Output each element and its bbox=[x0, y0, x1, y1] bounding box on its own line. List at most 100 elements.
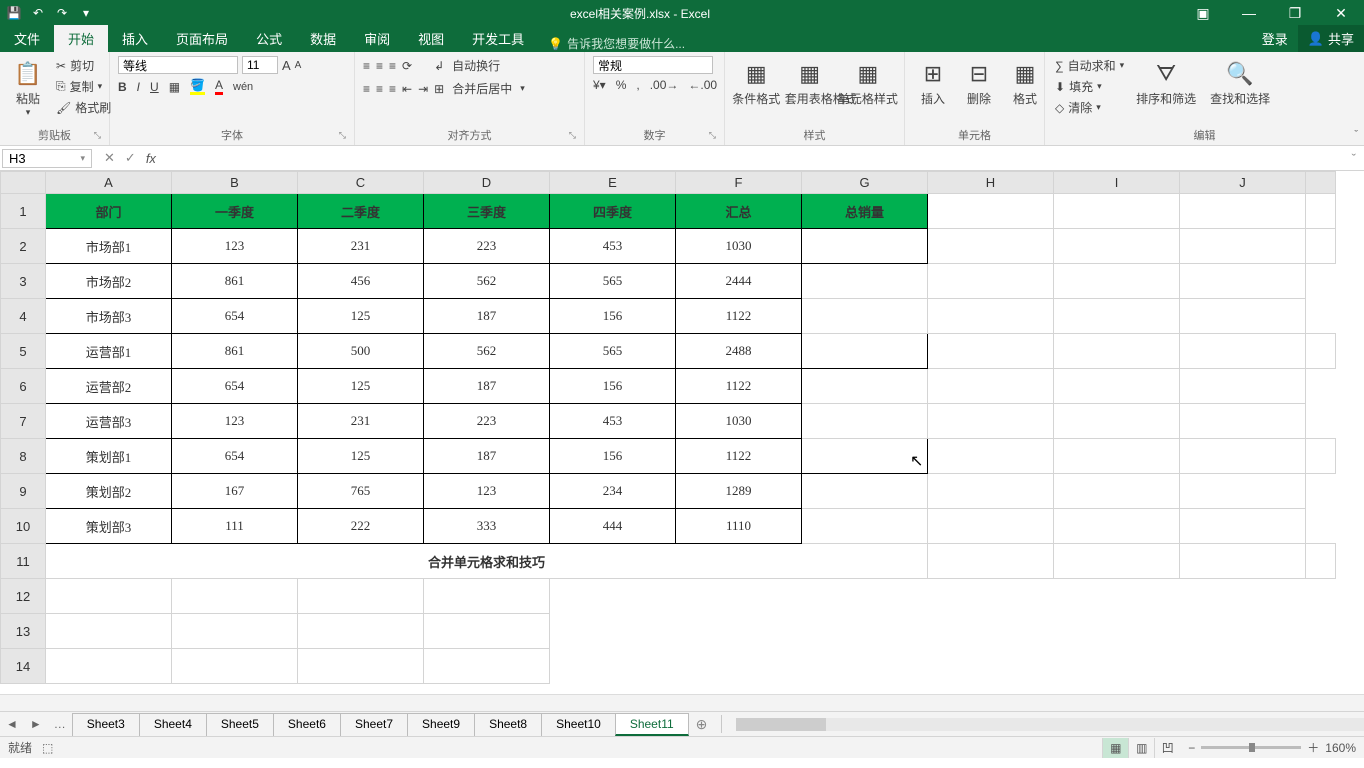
cell[interactable] bbox=[298, 649, 424, 684]
qat-more-icon[interactable]: ▾ bbox=[78, 5, 94, 21]
cell[interactable]: 2488 bbox=[676, 334, 802, 369]
increase-decimal-icon[interactable]: .00→ bbox=[650, 78, 679, 92]
cell[interactable] bbox=[1054, 544, 1180, 579]
table-header-cell[interactable]: 二季度 bbox=[298, 194, 424, 229]
cell[interactable]: 231 bbox=[298, 404, 424, 439]
merged-cell[interactable] bbox=[802, 439, 928, 474]
column-header[interactable]: F bbox=[676, 172, 802, 194]
tell-me[interactable]: 💡告诉我您想要做什么... bbox=[538, 35, 685, 52]
column-header[interactable]: G bbox=[802, 172, 928, 194]
cell[interactable] bbox=[928, 509, 1054, 544]
cell[interactable]: 187 bbox=[424, 369, 550, 404]
login-button[interactable]: 登录 bbox=[1252, 25, 1298, 52]
horizontal-scroll-track[interactable] bbox=[736, 718, 1364, 731]
sort-filter-button[interactable]: ᗊ排序和筛选 bbox=[1132, 56, 1200, 109]
fill-button[interactable]: ⬇填充▾ bbox=[1053, 77, 1126, 96]
cell[interactable] bbox=[1054, 194, 1180, 229]
italic-button[interactable]: I bbox=[137, 80, 140, 94]
cell[interactable]: 1122 bbox=[676, 369, 802, 404]
copy-button[interactable]: ⎘复制▾ bbox=[54, 77, 113, 96]
merged-cell[interactable] bbox=[802, 334, 928, 369]
fx-icon[interactable]: fx bbox=[146, 151, 156, 166]
dialog-launcher-icon[interactable]: ⤡ bbox=[94, 130, 101, 141]
row-header[interactable]: 9 bbox=[1, 474, 46, 509]
cell[interactable]: 125 bbox=[298, 439, 424, 474]
column-header[interactable]: C bbox=[298, 172, 424, 194]
cell[interactable] bbox=[928, 544, 1054, 579]
format-cells-button[interactable]: ▦格式 bbox=[1005, 56, 1045, 109]
sheet-tab[interactable]: Sheet9 bbox=[407, 713, 475, 736]
row-header[interactable]: 14 bbox=[1, 649, 46, 684]
select-all-corner[interactable] bbox=[1, 172, 46, 194]
chevron-down-icon[interactable]: ▾ bbox=[80, 153, 85, 164]
cell-styles-button[interactable]: ▦单元格样式 bbox=[840, 56, 896, 109]
cell[interactable] bbox=[1180, 439, 1306, 474]
cell[interactable] bbox=[1054, 264, 1180, 299]
redo-icon[interactable]: ↷ bbox=[54, 5, 70, 21]
cell[interactable]: 187 bbox=[424, 439, 550, 474]
name-box[interactable]: H3▾ bbox=[2, 149, 92, 168]
cell[interactable]: 562 bbox=[424, 334, 550, 369]
cell[interactable]: 市场部3 bbox=[46, 299, 172, 334]
sheet-nav-next-icon[interactable]: ► bbox=[24, 717, 48, 731]
cell[interactable] bbox=[928, 474, 1054, 509]
row-header[interactable]: 11 bbox=[1, 544, 46, 579]
row-header[interactable]: 4 bbox=[1, 299, 46, 334]
cell[interactable] bbox=[928, 264, 1054, 299]
cell[interactable] bbox=[1054, 439, 1180, 474]
fill-color-button[interactable]: 🪣 bbox=[190, 78, 205, 95]
dialog-launcher-icon[interactable]: ⤡ bbox=[339, 130, 346, 141]
cell[interactable]: 运营部2 bbox=[46, 369, 172, 404]
dialog-launcher-icon[interactable]: ⤡ bbox=[709, 130, 716, 141]
cell[interactable]: 2444 bbox=[676, 264, 802, 299]
tab-home[interactable]: 开始 bbox=[54, 25, 108, 52]
comma-icon[interactable]: , bbox=[636, 78, 639, 92]
zoom-out-icon[interactable]: − bbox=[1188, 741, 1195, 755]
cell[interactable]: 223 bbox=[424, 404, 550, 439]
cell[interactable] bbox=[1054, 369, 1180, 404]
autosum-button[interactable]: ∑自动求和▾ bbox=[1053, 56, 1126, 75]
cell[interactable] bbox=[802, 369, 928, 404]
undo-icon[interactable]: ↶ bbox=[30, 5, 46, 21]
row-header[interactable]: 2 bbox=[1, 229, 46, 264]
cell[interactable]: 565 bbox=[550, 264, 676, 299]
column-header[interactable]: B bbox=[172, 172, 298, 194]
cell[interactable] bbox=[1054, 404, 1180, 439]
cell[interactable]: 333 bbox=[424, 509, 550, 544]
cell[interactable]: 222 bbox=[298, 509, 424, 544]
cell[interactable]: 1030 bbox=[676, 404, 802, 439]
font-size-select[interactable] bbox=[242, 56, 278, 74]
wrap-text-button[interactable]: 自动换行 bbox=[450, 56, 502, 75]
cell[interactable]: 654 bbox=[172, 299, 298, 334]
decrease-indent-icon[interactable]: ⇤ bbox=[402, 82, 412, 96]
table-header-cell[interactable]: 部门 bbox=[46, 194, 172, 229]
increase-font-icon[interactable]: A bbox=[282, 58, 291, 73]
align-right-icon[interactable]: ≡ bbox=[389, 82, 396, 96]
increase-indent-icon[interactable]: ⇥ bbox=[418, 82, 428, 96]
close-icon[interactable]: ✕ bbox=[1318, 0, 1364, 26]
cell[interactable] bbox=[1054, 334, 1180, 369]
merge-center-button[interactable]: 合并后居中 bbox=[450, 79, 514, 98]
phonetic-button[interactable]: wén bbox=[233, 81, 253, 93]
cell[interactable]: 策划部2 bbox=[46, 474, 172, 509]
table-header-cell[interactable]: 汇总 bbox=[676, 194, 802, 229]
column-header[interactable]: J bbox=[1180, 172, 1306, 194]
font-color-button[interactable]: A bbox=[215, 78, 223, 95]
cell[interactable] bbox=[46, 614, 172, 649]
cell[interactable]: 策划部1 bbox=[46, 439, 172, 474]
cell[interactable] bbox=[298, 614, 424, 649]
cell[interactable]: 123 bbox=[172, 229, 298, 264]
cell[interactable]: 156 bbox=[550, 369, 676, 404]
row-header[interactable]: 5 bbox=[1, 334, 46, 369]
tab-data[interactable]: 数据 bbox=[296, 25, 350, 52]
cancel-icon[interactable]: ✕ bbox=[104, 150, 115, 166]
share-button[interactable]: 👤共享 bbox=[1298, 25, 1364, 52]
cell[interactable] bbox=[928, 334, 1054, 369]
cell[interactable]: 234 bbox=[550, 474, 676, 509]
row-header[interactable]: 7 bbox=[1, 404, 46, 439]
cell[interactable]: 231 bbox=[298, 229, 424, 264]
cell[interactable] bbox=[1054, 229, 1180, 264]
sheet-tab[interactable]: Sheet10 bbox=[541, 713, 616, 736]
cell[interactable]: 565 bbox=[550, 334, 676, 369]
align-middle-icon[interactable]: ≡ bbox=[376, 59, 383, 73]
